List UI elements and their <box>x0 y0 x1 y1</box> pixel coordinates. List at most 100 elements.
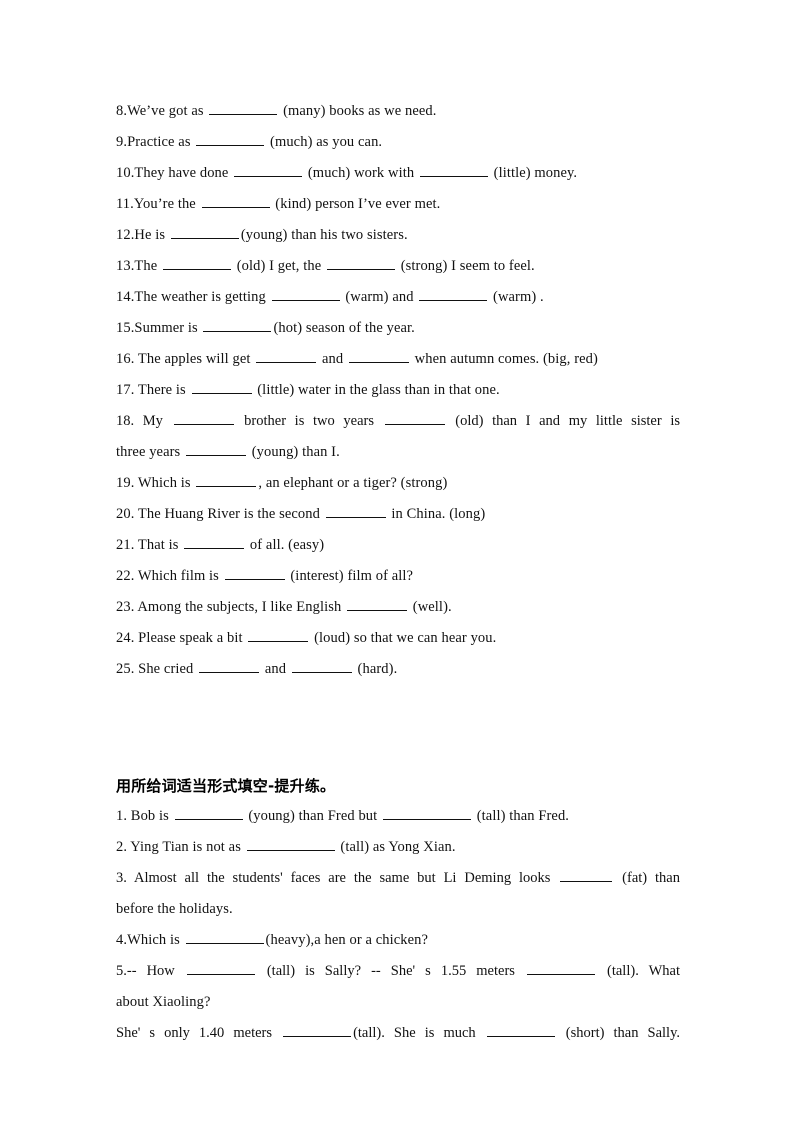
item-10-text-a: 10.They have done <box>116 165 233 181</box>
answer-blank[interactable] <box>174 805 243 820</box>
exercise-item-21: 21. That is of all. (easy) <box>116 530 680 561</box>
answer-blank[interactable] <box>348 348 409 363</box>
exercise-item-b3-line-2: before the holidays. <box>116 894 680 925</box>
answer-blank[interactable] <box>327 255 395 270</box>
item-10-text-b: (much) work with <box>304 165 418 181</box>
item-9-text-b: (much) as you can. <box>266 134 383 150</box>
answer-blank[interactable] <box>486 1022 555 1037</box>
answer-blank[interactable] <box>246 836 335 851</box>
exercise-item-b5-line-1: 5.-- How (tall) is Sally? -- She' s 1.55… <box>116 956 680 987</box>
item-15-text-a: 15.Summer is <box>116 320 202 336</box>
exercise-section-one: 8.We’ve got as (many) books as we need. … <box>116 96 680 685</box>
item-b3-text-c: before the holidays. <box>116 901 233 917</box>
answer-blank[interactable] <box>186 960 255 975</box>
item-b1-text-a: 1. Bob is <box>116 808 173 824</box>
answer-blank[interactable] <box>185 929 264 944</box>
answer-blank[interactable] <box>271 286 340 301</box>
exercise-item-15: 15.Summer is (hot) season of the year. <box>116 313 680 344</box>
answer-blank[interactable] <box>256 348 317 363</box>
exercise-item-b1: 1. Bob is (young) than Fred but (tall) t… <box>116 801 680 832</box>
answer-blank[interactable] <box>196 472 257 487</box>
answer-blank[interactable] <box>248 627 309 642</box>
exercise-item-14: 14.The weather is getting (warm) and (wa… <box>116 282 680 313</box>
item-15-text-b: (hot) season of the year. <box>273 320 415 336</box>
item-18-text-d: three years <box>116 444 185 460</box>
item-20-text-a: 20. The Huang River is the second <box>116 506 324 522</box>
item-13-text-c: (strong) I seem to feel. <box>397 258 535 274</box>
item-14-text-c: (warm) . <box>489 289 544 305</box>
answer-blank[interactable] <box>526 960 595 975</box>
item-b5-text-a: 5.-- How <box>116 963 185 979</box>
answer-blank[interactable] <box>291 658 352 673</box>
exercise-item-b5-line-2: about Xiaoling? <box>116 987 680 1018</box>
item-8-text-b: (many) books as we need. <box>279 103 437 119</box>
exercise-item-b3-line-1: 3. Almost all the students' faces are th… <box>116 863 680 894</box>
item-17-text-a: 17. There is <box>116 382 190 398</box>
answer-blank[interactable] <box>209 100 278 115</box>
item-21-text-a: 21. That is <box>116 537 183 553</box>
exercise-item-13: 13.The (old) I get, the (strong) I seem … <box>116 251 680 282</box>
exercise-item-16: 16. The apples will get and when autumn … <box>116 344 680 375</box>
item-18-text-b: brother is two years <box>235 413 383 429</box>
item-19-text-b: , an elephant or a tiger? (strong) <box>258 475 448 491</box>
answer-blank[interactable] <box>419 286 488 301</box>
exercise-item-25: 25. She cried and (hard). <box>116 654 680 685</box>
item-b3-text-a: 3. Almost all the students' faces are th… <box>116 870 559 886</box>
exercise-item-b6: She' s only 1.40 meters (tall). She is m… <box>116 1018 680 1049</box>
item-b2-text-b: (tall) as Yong Xian. <box>336 839 456 855</box>
exercise-item-23: 23. Among the subjects, I like English (… <box>116 592 680 623</box>
answer-blank[interactable] <box>234 162 303 177</box>
item-16-text-c: when autumn comes. (big, red) <box>410 351 598 367</box>
answer-blank[interactable] <box>419 162 488 177</box>
item-18-text-a: 18. My <box>116 413 172 429</box>
exercise-item-18-line-1: 18. My brother is two years (old) than I… <box>116 406 680 437</box>
answer-blank[interactable] <box>196 131 265 146</box>
answer-blank[interactable] <box>163 255 231 270</box>
answer-blank[interactable] <box>186 441 247 456</box>
item-b1-text-c: (tall) than Fred. <box>473 808 570 824</box>
exercise-item-20: 20. The Huang River is the second in Chi… <box>116 499 680 530</box>
answer-blank[interactable] <box>173 410 234 425</box>
exercise-item-17: 17. There is (little) water in the glass… <box>116 375 680 406</box>
item-24-text-b: (loud) so that we can hear you. <box>310 630 497 646</box>
answer-blank[interactable] <box>384 410 445 425</box>
answer-blank[interactable] <box>191 379 252 394</box>
exercise-item-8: 8.We’ve got as (many) books as we need. <box>116 96 680 127</box>
answer-blank[interactable] <box>560 867 613 882</box>
item-18-text-c: (old) than I and my little sister is <box>446 413 680 429</box>
exercise-section-two: 用所给词适当形式填空-提升练。 1. Bob is (young) than F… <box>116 771 680 1049</box>
exercise-item-22: 22. Which film is (interest) film of all… <box>116 561 680 592</box>
item-b3-text-b: (fat) than <box>614 870 680 886</box>
item-25-text-b: and <box>261 661 290 677</box>
item-24-text-a: 24. Please speak a bit <box>116 630 247 646</box>
answer-blank[interactable] <box>325 503 386 518</box>
item-23-text-b: (well). <box>409 599 452 615</box>
answer-blank[interactable] <box>283 1022 352 1037</box>
exercise-item-10: 10.They have done (much) work with (litt… <box>116 158 680 189</box>
item-11-text-a: 11.You’re the <box>116 196 200 212</box>
item-16-text-b: and <box>318 351 347 367</box>
answer-blank[interactable] <box>199 658 260 673</box>
answer-blank[interactable] <box>224 565 285 580</box>
item-23-text-a: 23. Among the subjects, I like English <box>116 599 346 615</box>
answer-blank[interactable] <box>201 193 270 208</box>
item-10-text-c: (little) money. <box>489 165 578 181</box>
item-b4-text-a: 4.Which is <box>116 932 184 948</box>
item-14-text-b: (warm) and <box>341 289 418 305</box>
item-25-text-c: (hard). <box>353 661 398 677</box>
item-25-text-a: 25. She cried <box>116 661 198 677</box>
answer-blank[interactable] <box>203 317 272 332</box>
item-b6-text-b: (tall). She is much <box>353 1025 485 1041</box>
item-11-text-b: (kind) person I’ve ever met. <box>271 196 441 212</box>
exercise-item-b4: 4.Which is (heavy),a hen or a chicken? <box>116 925 680 956</box>
answer-blank[interactable] <box>170 224 239 239</box>
answer-blank[interactable] <box>347 596 408 611</box>
answer-blank[interactable] <box>383 805 471 820</box>
worksheet-content: 8.We’ve got as (many) books as we need. … <box>116 96 680 1049</box>
item-b1-text-b: (young) than Fred but <box>244 808 381 824</box>
item-19-text-a: 19. Which is <box>116 475 195 491</box>
item-17-text-b: (little) water in the glass than in that… <box>253 382 500 398</box>
item-22-text-a: 22. Which film is <box>116 568 223 584</box>
item-b4-text-b: (heavy),a hen or a chicken? <box>265 932 429 948</box>
answer-blank[interactable] <box>184 534 245 549</box>
